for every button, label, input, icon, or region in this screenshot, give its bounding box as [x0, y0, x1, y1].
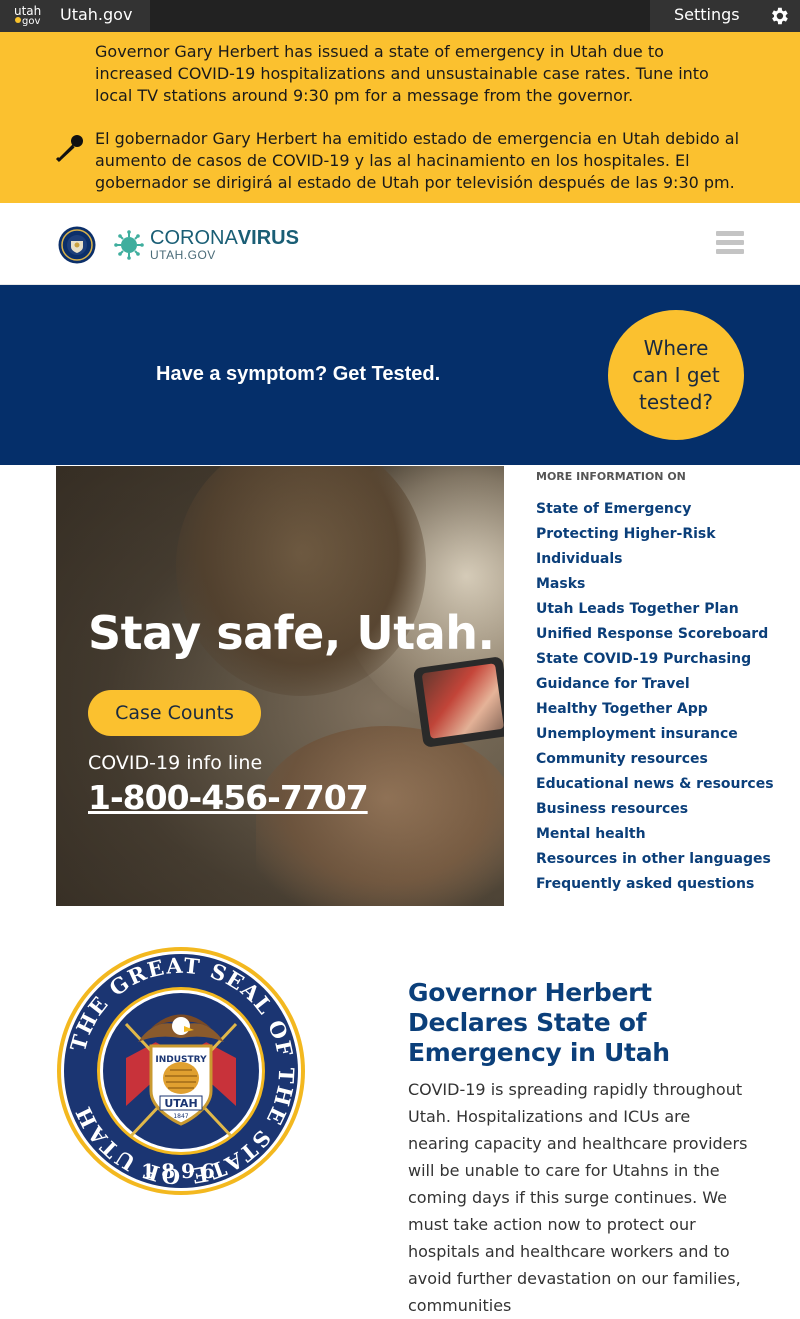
article-body: COVID-19 is spreading rapidly throughout…: [408, 1080, 748, 1315]
case-counts-button[interactable]: Case Counts: [88, 690, 261, 736]
utah-gov-topbar: utah gov Utah.gov Settings: [0, 0, 800, 32]
gear-icon: [772, 7, 788, 25]
alert-text-spanish: El gobernador Gary Herbert ha emitido es…: [95, 129, 740, 192]
hero-banner: Stay safe, Utah. Case Counts COVID-19 in…: [56, 466, 504, 906]
sidebar-link-faq[interactable]: Frequently asked questions: [536, 872, 786, 897]
logo-dot: [15, 17, 21, 23]
sidebar-link-travel-guidance[interactable]: Guidance for Travel: [536, 672, 786, 697]
brand-title-light: CORONA: [150, 227, 238, 249]
hero-headline: Stay safe, Utah.: [88, 606, 495, 660]
site-name: Utah.gov: [60, 5, 133, 24]
sidebar-link-unemployment[interactable]: Unemployment insurance: [536, 722, 786, 747]
sidebar-link-other-languages[interactable]: Resources in other languages: [536, 847, 786, 872]
sidebar-link-mental-health[interactable]: Mental health: [536, 822, 786, 847]
site-header: CORONAVIRUS UTAH.GOV: [0, 203, 800, 285]
testing-band: Have a symptom? Get Tested. Where can I …: [0, 285, 800, 465]
more-information-sidebar: MORE INFORMATION ON State of Emergency P…: [536, 470, 786, 897]
seal-shield-top-text: INDUSTRY: [155, 1055, 207, 1065]
symptom-prompt: Have a symptom? Get Tested.: [156, 363, 441, 385]
info-line-phone-link[interactable]: 1-800-456-7707: [88, 778, 369, 817]
sidebar-link-business-resources[interactable]: Business resources: [536, 797, 786, 822]
sidebar-link-state-purchasing[interactable]: State COVID-19 Purchasing: [536, 647, 786, 672]
sidebar-link-masks[interactable]: Masks: [536, 572, 786, 597]
emergency-article: Governor Herbert Declares State of Emerg…: [408, 978, 748, 1319]
sidebar-link-individuals[interactable]: Individuals: [536, 547, 786, 572]
alert-text-english: Governor Gary Herbert has issued a state…: [95, 42, 709, 105]
coronavirus-brand-logo[interactable]: CORONAVIRUS UTAH.GOV: [150, 227, 299, 261]
brand-title-bold: VIRUS: [237, 227, 299, 249]
coronavirus-icon: [114, 230, 144, 260]
sidebar-heading: MORE INFORMATION ON: [536, 470, 686, 483]
where-to-get-tested-button[interactable]: Where can I get tested?: [608, 310, 744, 440]
sidebar-link-utah-leads-together[interactable]: Utah Leads Together Plan: [536, 597, 786, 622]
sidebar-link-healthy-together-app[interactable]: Healthy Together App: [536, 697, 786, 722]
sidebar-link-educational[interactable]: Educational news & resources: [536, 772, 786, 797]
emergency-alert-banner: Governor Gary Herbert has issued a state…: [0, 32, 800, 203]
hamburger-menu-icon[interactable]: [716, 231, 744, 257]
sidebar-link-unified-response-scoreboard[interactable]: Unified Response Scoreboard: [536, 622, 786, 647]
logo-text-gov: gov: [22, 16, 41, 27]
article-title[interactable]: Governor Herbert Declares State of Emerg…: [408, 978, 748, 1068]
microphone-icon: [55, 135, 83, 163]
hero-overlay: [56, 466, 504, 906]
utah-gov-home-link[interactable]: utah gov Utah.gov: [0, 0, 150, 32]
seal-shield-bottom-text: UTAH: [164, 1097, 197, 1110]
brand-subtitle: UTAH.GOV: [150, 248, 216, 262]
seal-year: 1896: [141, 1159, 221, 1183]
utah-great-seal-image: THE GREAT SEAL OF THE STATE OF UTAH 1896…: [57, 947, 305, 1195]
brand-title: CORONAVIRUS: [150, 227, 299, 249]
sidebar-link-state-of-emergency[interactable]: State of Emergency: [536, 497, 786, 522]
sidebar-link-community-resources[interactable]: Community resources: [536, 747, 786, 772]
utah-seal-logo[interactable]: [58, 226, 96, 264]
info-line-label: COVID-19 info line: [88, 752, 263, 774]
logo-text-utah: utah: [14, 4, 42, 18]
utah-gov-logo: utah gov: [14, 4, 44, 28]
sidebar-link-protecting-higher-risk[interactable]: Protecting Higher-Risk: [536, 522, 786, 547]
settings-label: Settings: [674, 5, 740, 24]
seal-shield-year: 1847: [173, 1113, 188, 1120]
settings-button[interactable]: Settings: [650, 0, 800, 32]
